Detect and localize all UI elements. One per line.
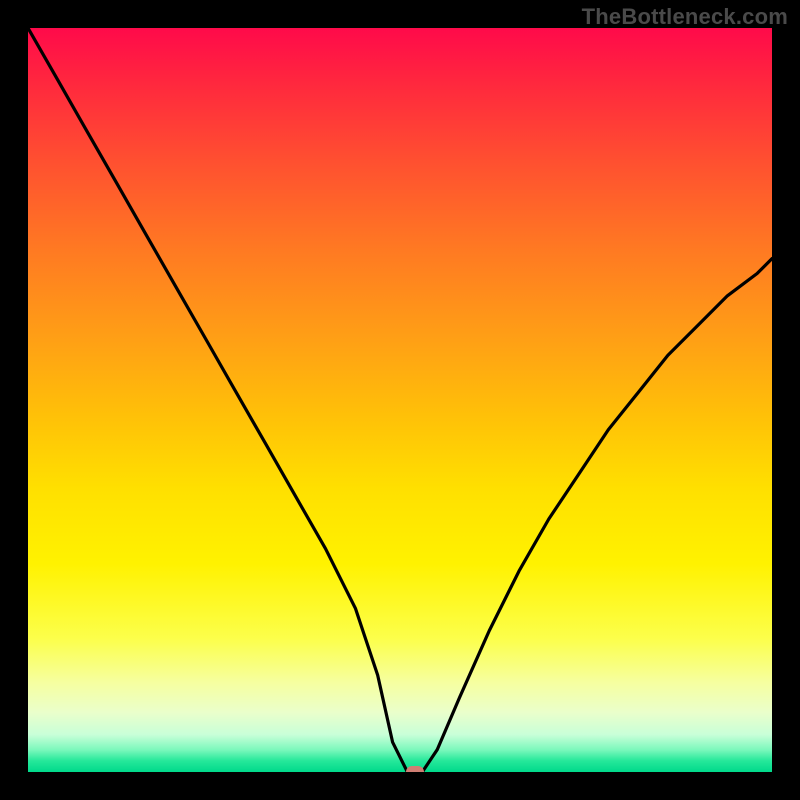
bottleneck-curve [28,28,772,772]
watermark-text: TheBottleneck.com [582,4,788,30]
optimum-marker [406,766,424,772]
plot-area [28,28,772,772]
chart-frame: TheBottleneck.com [0,0,800,800]
curve-svg [28,28,772,772]
